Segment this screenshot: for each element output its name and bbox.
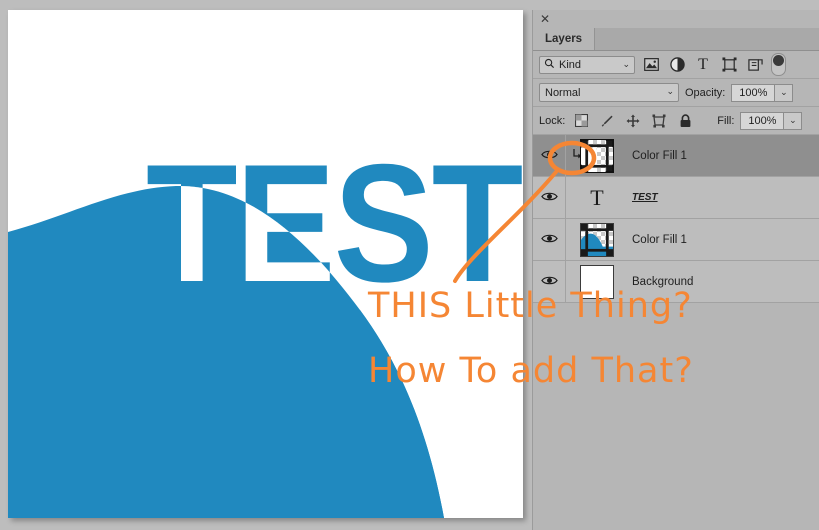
lock-label: Lock: — [539, 114, 566, 127]
opacity-stepper[interactable]: ⌄ — [775, 83, 794, 102]
lock-image-pixels-icon[interactable] — [597, 111, 617, 131]
filter-kind-label: Kind — [559, 58, 582, 71]
eye-visible-icon — [540, 233, 558, 247]
layer-list: Color Fill 1 T TEST Color Fill 1 Backgro… — [533, 135, 819, 303]
close-icon[interactable]: ✕ — [540, 12, 550, 26]
artwork: TEST — [8, 10, 523, 518]
table-row[interactable]: Color Fill 1 — [533, 219, 819, 261]
blend-mode-value: Normal — [545, 86, 581, 99]
tab-layers-label: Layers — [545, 33, 583, 45]
smart-object-filter-icon[interactable] — [745, 55, 765, 75]
layer-mask-badge[interactable] — [581, 139, 613, 172]
layer-name[interactable]: Color Fill 1 — [632, 234, 687, 246]
lock-transparent-pixels-icon[interactable] — [571, 111, 591, 131]
eye-visible-icon — [540, 149, 558, 163]
layer-thumbnail-cell[interactable] — [566, 135, 628, 176]
panel-close-bar: ✕ — [533, 10, 819, 28]
adjustment-layer-filter-icon[interactable] — [667, 55, 687, 75]
layer-list-empty-space — [533, 303, 819, 528]
table-row[interactable]: T TEST — [533, 177, 819, 219]
layers-panel: ✕ Layers Kind ⌄ T Normal ⌄ Opacity: 100%… — [532, 10, 819, 530]
filter-enable-toggle[interactable] — [771, 53, 786, 76]
opacity-control[interactable]: 100% ⌄ — [731, 83, 794, 102]
layer-mask-badge[interactable] — [581, 223, 613, 256]
eye-visible-icon — [540, 191, 558, 205]
layer-thumbnail[interactable] — [580, 138, 614, 173]
lock-fill-row: Lock: Fill: 100% ⌄ — [533, 107, 819, 135]
layer-filter-row: Kind ⌄ T — [533, 51, 819, 79]
chevron-down-icon[interactable]: ⌄ — [622, 59, 630, 70]
fill-label: Fill: — [717, 114, 735, 127]
blend-opacity-row: Normal ⌄ Opacity: 100% ⌄ — [533, 79, 819, 107]
chevron-down-icon[interactable]: ⌄ — [666, 86, 674, 97]
lock-artboard-nesting-icon[interactable] — [649, 111, 669, 131]
image-canvas[interactable]: TEST — [8, 10, 523, 518]
opacity-label: Opacity: — [685, 86, 726, 99]
table-row[interactable]: Color Fill 1 — [533, 135, 819, 177]
blend-mode-dropdown[interactable]: Normal ⌄ — [539, 83, 679, 102]
type-layer-icon: T — [590, 184, 604, 210]
layer-visibility-toggle[interactable] — [533, 177, 566, 218]
fill-stepper[interactable]: ⌄ — [784, 111, 803, 130]
lock-position-icon[interactable] — [623, 111, 643, 131]
layer-thumbnail-cell[interactable]: T — [566, 177, 628, 218]
pixel-layer-filter-icon[interactable] — [641, 55, 661, 75]
layer-visibility-toggle[interactable] — [533, 219, 566, 260]
type-layer-filter-icon[interactable]: T — [693, 55, 713, 75]
annotation-line-2: How To add That? — [368, 351, 694, 391]
layer-thumbnail[interactable] — [580, 222, 614, 257]
layer-name[interactable]: TEST — [632, 192, 658, 203]
fill-control[interactable]: 100% ⌄ — [740, 111, 803, 130]
document-area: TEST — [0, 0, 532, 530]
shape-layer-filter-icon[interactable] — [719, 55, 739, 75]
layer-visibility-toggle[interactable] — [533, 135, 566, 176]
tab-layers[interactable]: Layers — [533, 28, 596, 50]
panel-tab-strip: Layers — [533, 28, 819, 51]
filter-kind-dropdown[interactable]: Kind ⌄ — [539, 55, 635, 74]
layer-name[interactable]: Color Fill 1 — [632, 150, 687, 162]
search-icon — [544, 58, 555, 72]
opacity-input[interactable]: 100% — [731, 83, 776, 102]
fill-input[interactable]: 100% — [740, 111, 785, 130]
layer-thumbnail-cell[interactable] — [566, 219, 628, 260]
lock-all-icon[interactable] — [675, 111, 695, 131]
annotation-line-1: THIS Little Thing? — [368, 286, 693, 326]
